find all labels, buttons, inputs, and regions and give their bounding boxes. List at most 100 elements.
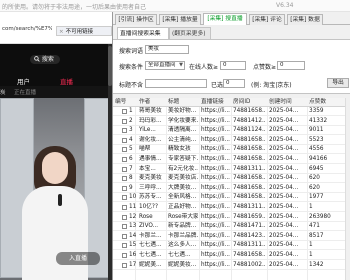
sort-select-value: 全部直播间 <box>148 62 176 68</box>
cell-time: 2025-04... <box>269 194 299 201</box>
column-header[interactable]: 标题 <box>168 98 179 107</box>
tab-search-live[interactable]: [采集] 搜直播 <box>203 13 247 25</box>
nav-live[interactable]: 直播 <box>60 76 73 86</box>
cell-time: 2025-04... <box>269 232 299 239</box>
column-header[interactable]: 创建时间 <box>269 98 292 107</box>
column-header[interactable]: 编号 <box>115 98 126 107</box>
cell-link: https://li... <box>201 165 230 172</box>
live-meta-text: 炭 <box>0 90 6 96</box>
table-row[interactable]: 15 七七遇... 这么多人... https://li... 74881311... 2… <box>113 241 350 251</box>
keyword-input[interactable]: 美妆 <box>145 45 189 54</box>
table-header-row: 编号 作者 标题 直播链接 房间ID 创建时间 点赞数 <box>113 98 350 107</box>
row-checkbox[interactable] <box>122 185 127 191</box>
disclaimer-bar: 的所使用。请勿将于非法用途，一切后果由使用者自己 V6.34 <box>0 0 350 12</box>
cell-link: https://li... <box>201 184 230 191</box>
row-checkbox[interactable] <box>122 109 127 114</box>
browser-tab[interactable]: × 不可用链接 <box>56 26 112 36</box>
cell-link: https://li... <box>201 223 230 230</box>
cell-author: Rose <box>139 213 153 220</box>
selected-count: 0 <box>223 79 245 88</box>
table-row[interactable]: 5 喵帮 精致女孩 https://li... 74881658... 2025-04..… <box>113 145 350 155</box>
row-checkbox[interactable] <box>122 157 127 162</box>
row-checkbox[interactable] <box>122 195 127 201</box>
tab-comments[interactable]: [采集] 评论 <box>249 14 285 25</box>
table-scrollbar[interactable] <box>345 98 350 280</box>
enter-live-button[interactable]: 入直播 <box>56 252 100 265</box>
row-checkbox[interactable] <box>122 137 127 143</box>
table-row[interactable]: 13 ZIVO... 新专品牌... https://li... 74881471...… <box>113 222 350 232</box>
table-row[interactable]: 8麦克美妆麦克美妆店...https://li...74881658...202… <box>113 174 350 184</box>
cell-room: 74881658... <box>233 175 266 182</box>
search-icon <box>34 56 40 62</box>
table-row[interactable]: 3 YiLe... 清透隔离... https://li... 74881124... 2… <box>113 126 350 136</box>
title-exclude-input[interactable] <box>145 79 207 88</box>
table-row[interactable]: 2玛玛彩...学化妆要来...https://li...74881412...2… <box>113 117 350 126</box>
tab-live-search-scrape[interactable]: 直播间搜索采集 <box>117 27 169 39</box>
table-row[interactable]: 11 10亿?? 正品好物... https://li... 74881311... 20… <box>113 203 350 212</box>
nav-user[interactable]: 用户 <box>17 76 30 86</box>
row-checkbox[interactable] <box>122 262 127 268</box>
column-header[interactable]: 点赞数 <box>309 98 326 107</box>
row-checkbox[interactable] <box>122 147 127 153</box>
table-row[interactable]: 14卡那兰...卡那兰品牌...https://li...74881423...… <box>113 232 350 241</box>
export-button[interactable]: 导出 <box>327 78 349 88</box>
site-nav: 用户 直播 <box>0 72 112 86</box>
app-window: [引流] 操作区 [采集] 播放量 [采集] 搜直播 [采集] 评论 [采集] … <box>112 12 350 280</box>
tab-operations[interactable]: [引流] 操作区 <box>115 14 157 25</box>
tab-data[interactable]: [采集] 数据 <box>287 14 323 25</box>
cell-room: 74881658... <box>233 252 266 258</box>
cell-author: 谢化妆... <box>139 136 162 143</box>
column-header[interactable]: 房间ID <box>233 98 250 107</box>
online-input[interactable]: 0 <box>220 61 246 70</box>
row-checkbox[interactable] <box>122 118 127 124</box>
cell-author: ZIVO... <box>139 223 159 230</box>
cell-link: https://li... <box>201 136 230 143</box>
cell-room: 74881658... <box>233 156 266 162</box>
table-row[interactable]: 9 三呼呼... 大牌美妆... https://li... 74881658... 20… <box>113 184 350 193</box>
table-row[interactable]: 16 七七遇... 七七遇... https://li... 74881658... 20… <box>113 251 350 260</box>
row-checkbox[interactable] <box>122 205 127 210</box>
condition-label: 搜索条件 <box>119 64 144 71</box>
cell-title: 精致女孩 <box>168 146 191 153</box>
row-checkbox[interactable] <box>122 128 127 134</box>
tab-play-count[interactable]: [采集] 播放量 <box>159 14 201 25</box>
row-checkbox[interactable] <box>122 176 127 182</box>
cell-room: 74881658... <box>233 184 266 191</box>
table-row[interactable]: 12RoseRose带大家...https://li...74881659...… <box>113 213 350 222</box>
site-header: 搜索 <box>0 44 112 72</box>
table-row[interactable]: 6遇事情...专家答疑下...https://li...74881658...2… <box>113 155 350 164</box>
cell-room: 74881658... <box>233 136 266 143</box>
row-checkbox[interactable] <box>122 224 127 230</box>
cell-room: 74881423... <box>233 232 266 239</box>
row-checkbox[interactable] <box>122 253 127 258</box>
cell-time: 2025-04... <box>269 184 299 191</box>
cell-title: 正品好物... <box>168 204 197 210</box>
table-row[interactable]: 10 苏苏专... 全新风格... https://li... 74881658... 2… <box>113 193 350 203</box>
row-checkbox[interactable] <box>122 233 127 239</box>
live-meta: 炭 正在直播 <box>0 86 112 98</box>
url-field[interactable]: com/search/%E7% <box>2 26 52 35</box>
table-row[interactable]: 17 妮妮美... 妮妮美妆... https://li... 74881002... 2… <box>113 261 350 270</box>
table-row[interactable]: 1 蒋哥美妆 美妆好物... https://li... 74881658... 2025… <box>113 107 350 116</box>
live-video[interactable]: 入直播 <box>0 98 112 280</box>
sort-select[interactable]: 全部直播间 ▼ <box>145 61 185 70</box>
likes-input[interactable]: 0 <box>277 61 305 70</box>
cell-time: 2025-04... <box>269 108 299 114</box>
cell-time: 2025-04... <box>269 117 299 124</box>
search-button[interactable]: 搜索 <box>30 55 60 64</box>
table-row[interactable]: 4 谢化妆... 公主清纯... https://li... 74881658... 20… <box>113 136 350 145</box>
microphone <box>58 194 62 206</box>
row-checkbox[interactable] <box>122 214 127 220</box>
cell-title: 学化妆要来... <box>168 117 198 124</box>
tab-page-more[interactable]: (翻页采更多) <box>169 27 211 39</box>
column-header[interactable]: 作者 <box>139 98 150 107</box>
table-row[interactable]: 7 本宝... 有2元化妆... https://li... 74881311... 20… <box>113 165 350 174</box>
sub-tab-bar: 直播间搜索采集 (翻页采更多) <box>113 27 350 39</box>
close-icon[interactable]: × <box>59 29 64 35</box>
row-checkbox[interactable] <box>122 166 127 172</box>
row-checkbox[interactable] <box>122 243 127 249</box>
browser-toolbar: com/search/%E7% × 不可用链接 <box>0 12 112 44</box>
column-header[interactable]: 直播链接 <box>201 98 224 107</box>
cell-author: 麦克美妆 <box>139 175 162 182</box>
cell-author: YiLe... <box>139 127 156 134</box>
